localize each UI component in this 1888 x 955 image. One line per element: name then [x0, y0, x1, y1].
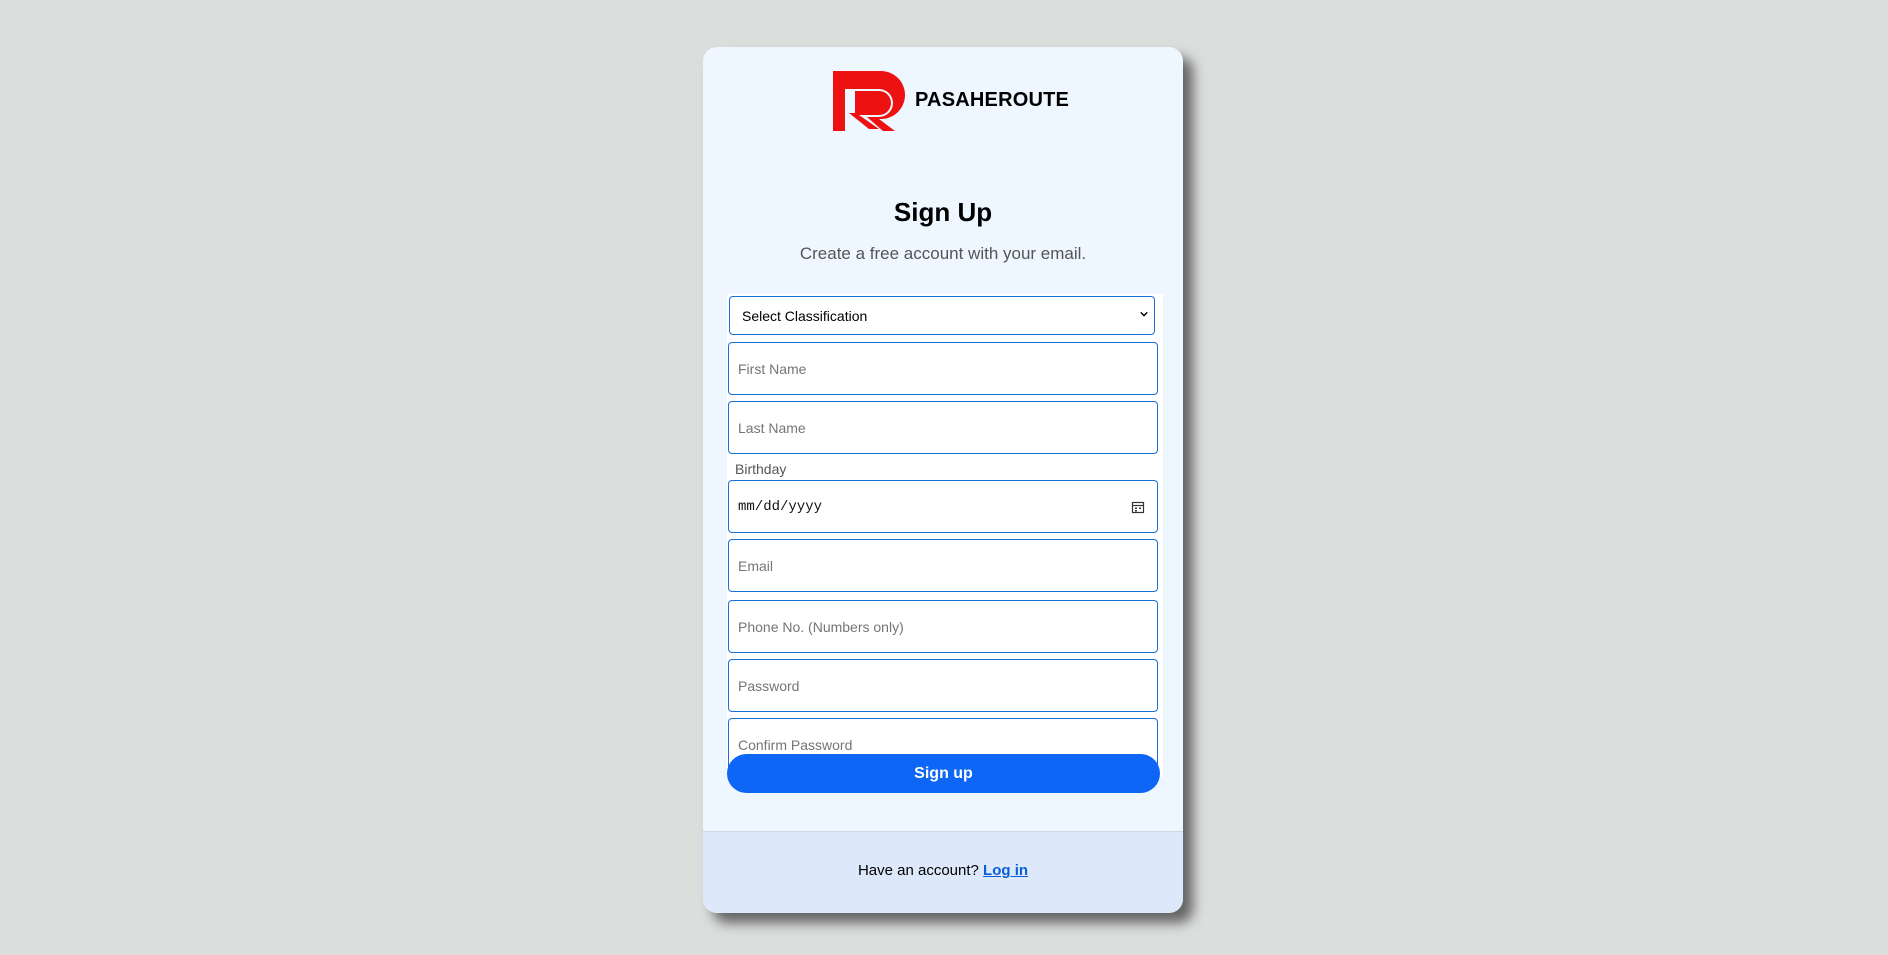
login-prompt: Have an account? Log in: [703, 862, 1183, 879]
r-logo-icon: [833, 71, 905, 131]
signup-form: Select Classification First Name Last Na…: [727, 294, 1163, 777]
brand-logo: PASAHEROUTE: [829, 67, 1069, 133]
signup-button[interactable]: Sign up: [727, 754, 1160, 793]
first-name-input[interactable]: First Name: [728, 342, 1158, 395]
email-input[interactable]: Email: [728, 539, 1158, 592]
classification-select[interactable]: Select Classification: [729, 296, 1155, 335]
brand-name: PASAHEROUTE: [915, 88, 1070, 111]
email-placeholder: Email: [738, 557, 774, 574]
footer: Have an account? Log in: [703, 831, 1183, 913]
phone-input[interactable]: Phone No. (Numbers only): [728, 600, 1158, 653]
first-name-placeholder: First Name: [738, 360, 807, 377]
password-input[interactable]: Password: [728, 659, 1158, 712]
login-link[interactable]: Log in: [983, 862, 1028, 879]
calendar-icon[interactable]: [1131, 500, 1145, 514]
birthday-label: Birthday: [735, 461, 787, 477]
page-title: Sign Up: [893, 197, 993, 227]
phone-placeholder: Phone No. (Numbers only): [738, 618, 904, 635]
classification-selected-value: Select Classification: [742, 307, 868, 324]
birthday-input[interactable]: mm/dd/yyyy: [728, 480, 1158, 533]
confirm-password-placeholder: Confirm Password: [738, 736, 853, 753]
chevron-down-icon: [1140, 311, 1148, 317]
page-subtitle: Create a free account with your email.: [799, 244, 1087, 263]
birthday-placeholder: mm/dd/yyyy: [738, 498, 823, 515]
last-name-placeholder: Last Name: [738, 419, 806, 436]
signup-card: PASAHEROUTE Sign Up Create a free accoun…: [703, 47, 1183, 913]
last-name-input[interactable]: Last Name: [728, 401, 1158, 454]
login-prompt-text: Have an account?: [857, 862, 979, 879]
password-placeholder: Password: [738, 677, 800, 694]
